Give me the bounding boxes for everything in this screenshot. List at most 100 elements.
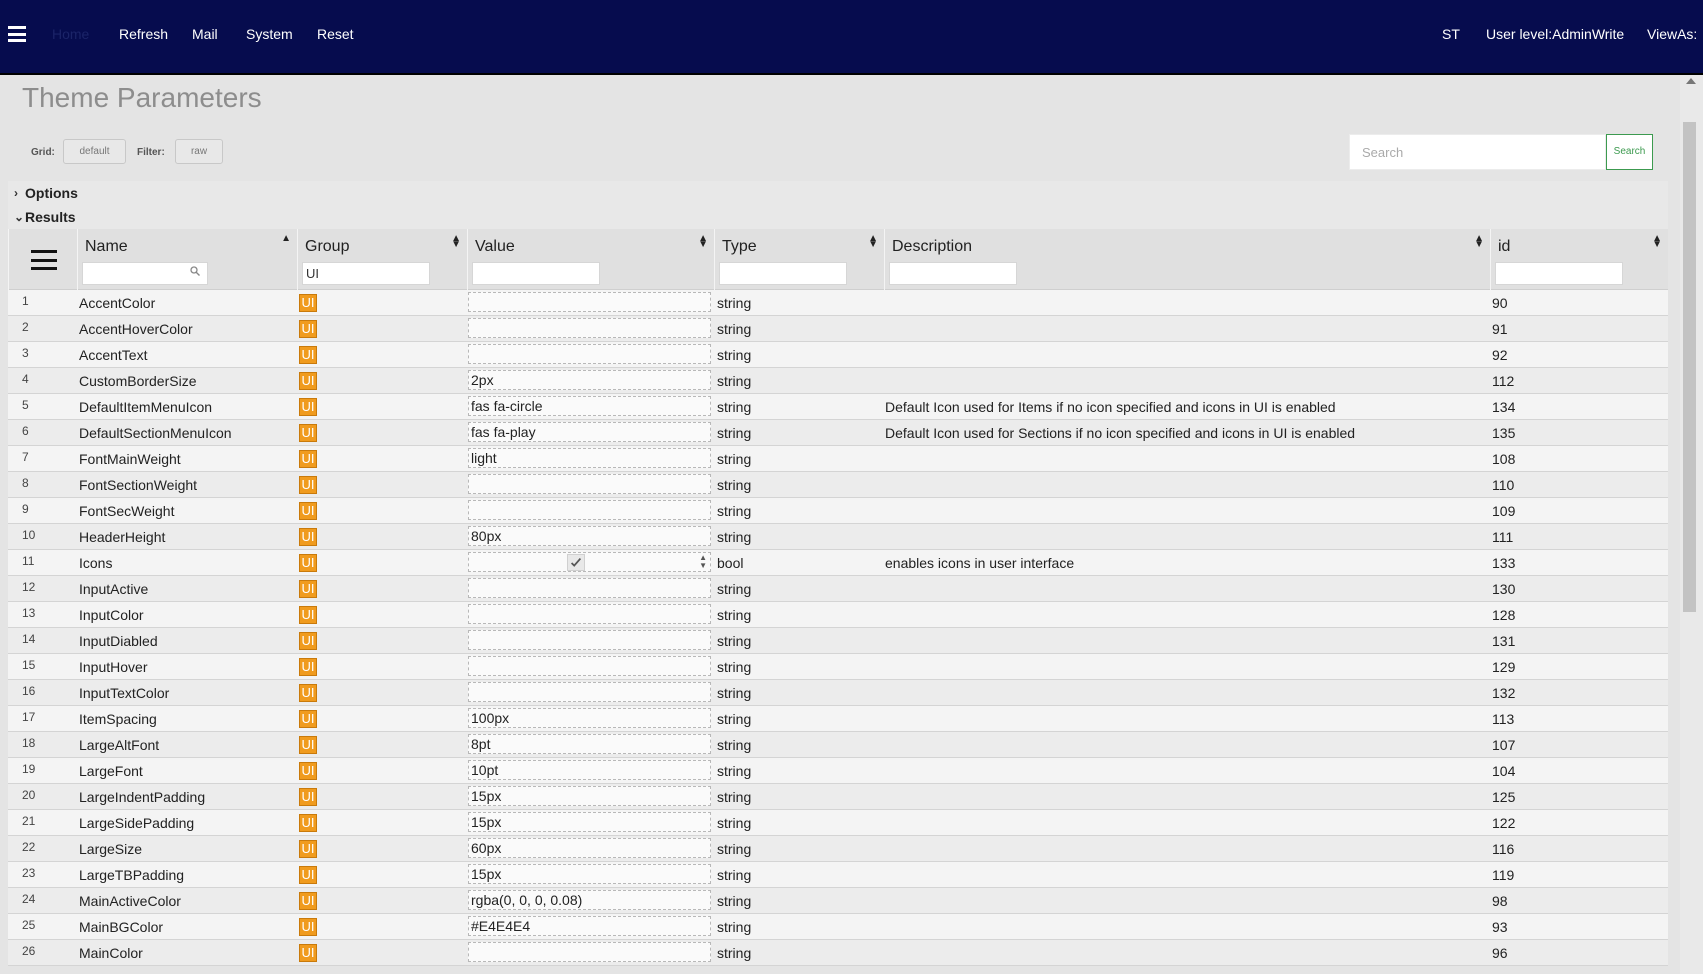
- table-row[interactable]: 25 MainBGColor UI #E4E4E4 string 93: [8, 914, 1668, 940]
- group-badge: UI: [299, 866, 317, 884]
- value-cell[interactable]: 15px: [468, 812, 711, 832]
- spinner-arrows-icon[interactable]: ▲ ▼: [699, 554, 707, 570]
- search-button[interactable]: Search: [1606, 134, 1653, 170]
- value-cell[interactable]: ▲ ▼: [468, 552, 711, 572]
- value-cell[interactable]: [468, 578, 711, 598]
- sort-both-icon[interactable]: ▲ ▼: [1474, 234, 1484, 250]
- table-row[interactable]: 17 ItemSpacing UI 100px string 113: [8, 706, 1668, 732]
- table-row[interactable]: 23 LargeTBPadding UI 15px string 119: [8, 862, 1668, 888]
- value-cell[interactable]: 100px: [468, 708, 711, 728]
- value-cell[interactable]: [468, 630, 711, 650]
- table-row[interactable]: 10 HeaderHeight UI 80px string 111: [8, 524, 1668, 550]
- value-cell[interactable]: [468, 292, 711, 312]
- table-row[interactable]: 15 InputHover UI string 129: [8, 654, 1668, 680]
- user-initials[interactable]: ST: [1442, 26, 1460, 42]
- scroll-up-arrow-icon[interactable]: [1686, 78, 1696, 84]
- checkbox-checked-icon[interactable]: [567, 554, 585, 571]
- table-row[interactable]: 4 CustomBorderSize UI 2px string 112: [8, 368, 1668, 394]
- view-as[interactable]: ViewAs:: [1647, 26, 1697, 42]
- value-cell[interactable]: [468, 682, 711, 702]
- value-cell[interactable]: [468, 474, 711, 494]
- search-input[interactable]: [1349, 134, 1606, 170]
- table-row[interactable]: 22 LargeSize UI 60px string 116: [8, 836, 1668, 862]
- grid-select[interactable]: default: [63, 139, 126, 164]
- table-row[interactable]: 11 Icons UI ▲ ▼ bool enables icons in user int…: [8, 550, 1668, 576]
- id-filter-input[interactable]: [1495, 262, 1623, 285]
- sort-asc-icon[interactable]: ▲: [281, 234, 291, 244]
- options-section-toggle[interactable]: › Options: [8, 181, 1668, 205]
- id-cell: 113: [1492, 711, 1515, 727]
- table-row[interactable]: 7 FontMainWeight UI light string 108: [8, 446, 1668, 472]
- value-cell[interactable]: fas fa-play: [468, 422, 711, 442]
- name-cell: LargeFont: [79, 763, 143, 779]
- description-filter-input[interactable]: [889, 262, 1017, 285]
- value-cell[interactable]: 8pt: [468, 734, 711, 754]
- sort-both-icon[interactable]: ▲ ▼: [868, 234, 878, 250]
- page-title: Theme Parameters: [22, 82, 262, 113]
- options-section-label: Options: [25, 185, 78, 201]
- value-cell[interactable]: [468, 344, 711, 364]
- column-group: Group ▲ ▼: [297, 229, 467, 290]
- column-menu-icon[interactable]: [31, 250, 57, 270]
- column-header-type[interactable]: Type: [722, 238, 757, 256]
- column-header-id[interactable]: id: [1498, 238, 1510, 256]
- nav-system[interactable]: System: [246, 26, 293, 42]
- nav-home[interactable]: Home: [52, 26, 89, 42]
- value-cell[interactable]: 60px: [468, 838, 711, 858]
- table-row[interactable]: 12 InputActive UI string 130: [8, 576, 1668, 602]
- table-row[interactable]: 19 LargeFont UI 10pt string 104: [8, 758, 1668, 784]
- value-cell[interactable]: [468, 942, 711, 962]
- sort-both-icon[interactable]: ▲ ▼: [698, 234, 708, 250]
- column-header-description[interactable]: Description: [892, 238, 972, 256]
- value-filter-input[interactable]: [472, 262, 600, 285]
- value-cell[interactable]: 15px: [468, 786, 711, 806]
- sort-both-icon[interactable]: ▲ ▼: [451, 234, 461, 250]
- nav-refresh[interactable]: Refresh: [119, 26, 168, 42]
- row-number: 26: [22, 944, 36, 958]
- type-filter-input[interactable]: [719, 262, 847, 285]
- table-row[interactable]: 20 LargeIndentPadding UI 15px string 125: [8, 784, 1668, 810]
- value-cell[interactable]: [468, 604, 711, 624]
- value-cell[interactable]: 80px: [468, 526, 711, 546]
- value-cell[interactable]: fas fa-circle: [468, 396, 711, 416]
- table-row[interactable]: 18 LargeAltFont UI 8pt string 107: [8, 732, 1668, 758]
- nav-mail[interactable]: Mail: [192, 26, 218, 42]
- table-row[interactable]: 14 InputDiabled UI string 131: [8, 628, 1668, 654]
- table-row[interactable]: 26 MainColor UI string 96: [8, 940, 1668, 966]
- column-header-name[interactable]: Name: [85, 238, 128, 256]
- hamburger-menu-icon[interactable]: [8, 26, 26, 42]
- id-cell: 112: [1492, 373, 1515, 389]
- results-section-toggle[interactable]: ⌄ Results: [8, 205, 1668, 229]
- group-filter-input[interactable]: [302, 262, 430, 285]
- sort-both-icon[interactable]: ▲ ▼: [1652, 234, 1662, 250]
- table-row[interactable]: 3 AccentText UI string 92: [8, 342, 1668, 368]
- table-row[interactable]: 5 DefaultItemMenuIcon UI fas fa-circle strin…: [8, 394, 1668, 420]
- value-cell[interactable]: [468, 500, 711, 520]
- nav-reset[interactable]: Reset: [317, 26, 354, 42]
- value-cell[interactable]: [468, 318, 711, 338]
- column-header-value[interactable]: Value: [475, 238, 515, 256]
- table-row[interactable]: 8 FontSectionWeight UI string 110: [8, 472, 1668, 498]
- table-row[interactable]: 1 AccentColor UI string 90: [8, 290, 1668, 316]
- value-cell[interactable]: rgba(0, 0, 0, 0.08): [468, 890, 711, 910]
- table-row[interactable]: 21 LargeSidePadding UI 15px string 122: [8, 810, 1668, 836]
- scrollbar-thumb[interactable]: [1683, 122, 1696, 612]
- value-cell[interactable]: #E4E4E4: [468, 916, 711, 936]
- filter-select[interactable]: raw: [175, 139, 223, 164]
- table-row[interactable]: 6 DefaultSectionMenuIcon UI fas fa-play stri…: [8, 420, 1668, 446]
- name-cell: FontSecWeight: [79, 503, 175, 519]
- table-row[interactable]: 13 InputColor UI string 128: [8, 602, 1668, 628]
- value-cell[interactable]: 2px: [468, 370, 711, 390]
- table-row[interactable]: 9 FontSecWeight UI string 109: [8, 498, 1668, 524]
- value-cell[interactable]: [468, 656, 711, 676]
- table-row[interactable]: 2 AccentHoverColor UI string 91: [8, 316, 1668, 342]
- row-number: 2: [22, 320, 29, 334]
- value-cell[interactable]: light: [468, 448, 711, 468]
- table-row[interactable]: 24 MainActiveColor UI rgba(0, 0, 0, 0.08) st…: [8, 888, 1668, 914]
- table-row[interactable]: 16 InputTextColor UI string 132: [8, 680, 1668, 706]
- row-number: 11: [22, 554, 35, 568]
- column-header-group[interactable]: Group: [305, 238, 349, 256]
- type-cell: string: [717, 867, 752, 883]
- value-cell[interactable]: 15px: [468, 864, 711, 884]
- value-cell[interactable]: 10pt: [468, 760, 711, 780]
